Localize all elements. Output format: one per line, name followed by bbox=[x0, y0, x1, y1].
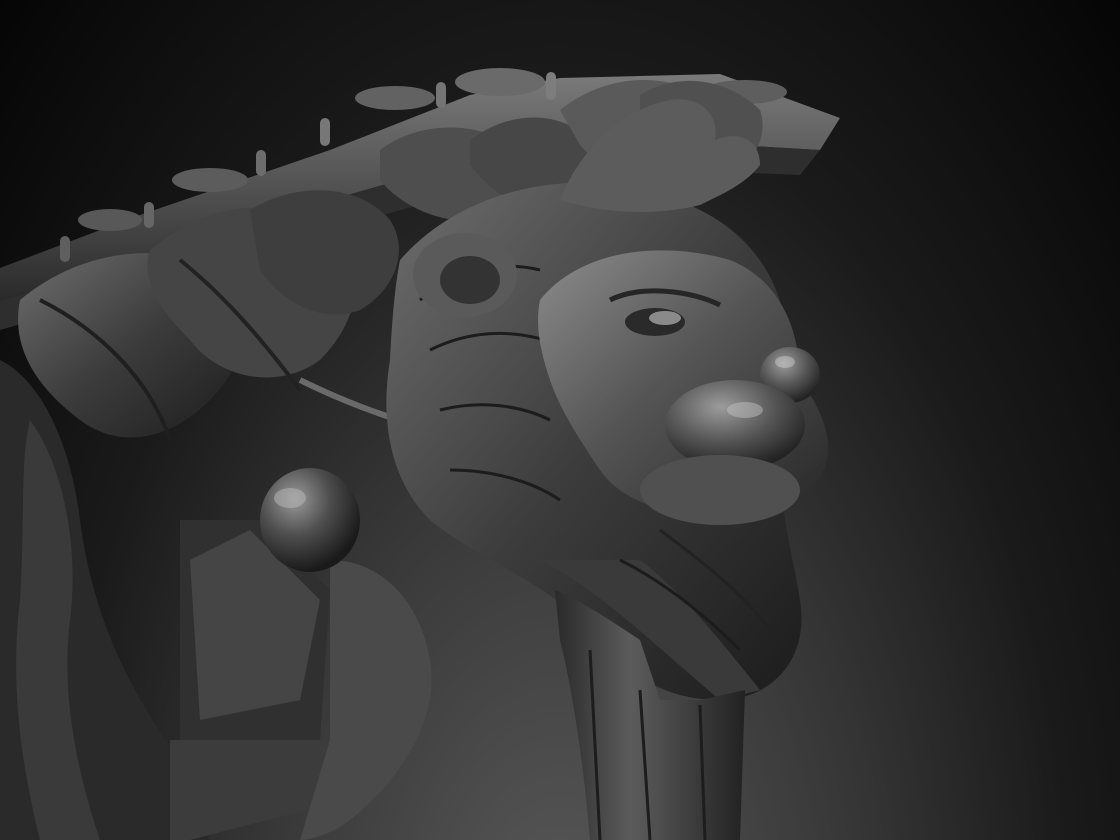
lion-chin bbox=[640, 455, 800, 525]
apple-highlight bbox=[274, 488, 306, 508]
apple-carving bbox=[260, 468, 360, 572]
nose-highlight bbox=[775, 356, 795, 368]
lion-sculpture-render bbox=[0, 68, 840, 840]
lion-ear-inner bbox=[440, 256, 500, 304]
render-viewport bbox=[0, 0, 1120, 840]
muzzle-highlight bbox=[727, 402, 763, 418]
left-leg-drapery bbox=[0, 360, 432, 840]
